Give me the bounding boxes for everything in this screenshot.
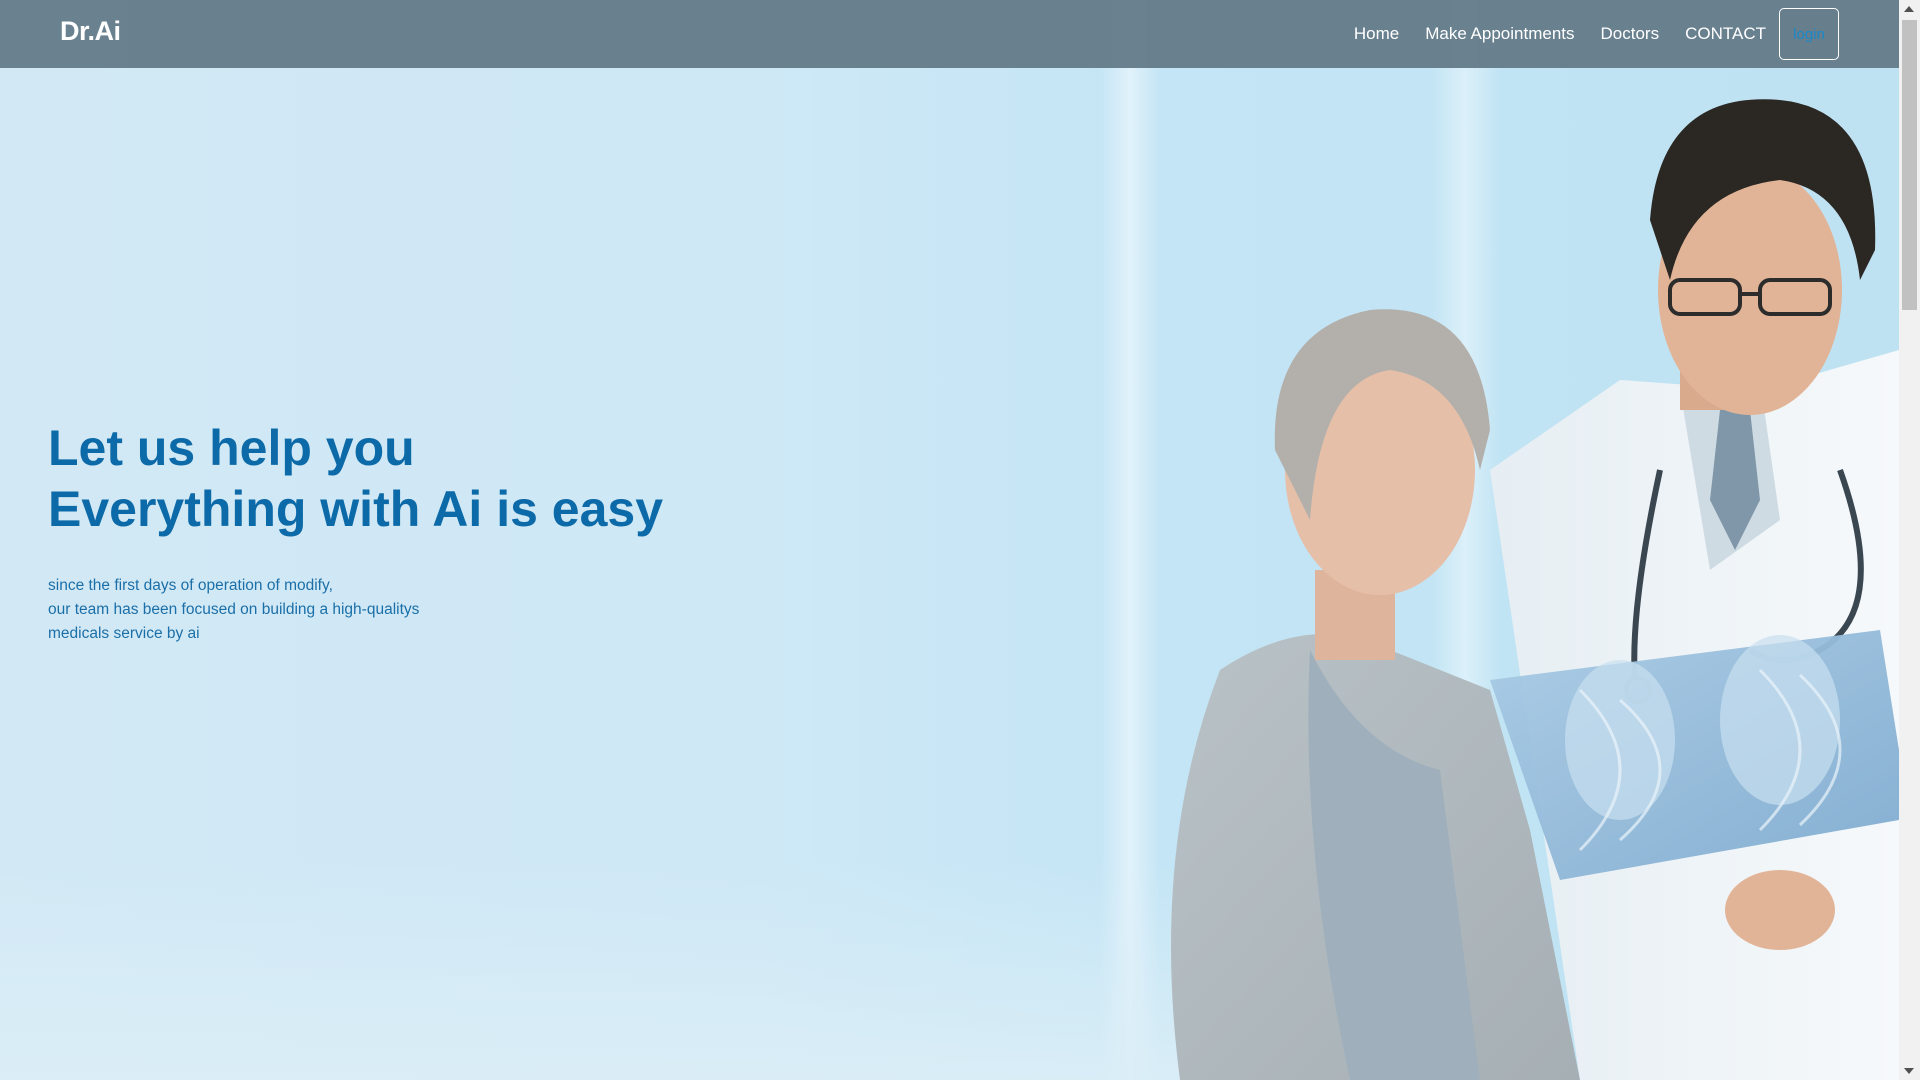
vertical-scrollbar[interactable] bbox=[1899, 0, 1920, 1080]
navbar: Dr.Ai Home Make Appointments Doctors CON… bbox=[0, 0, 1899, 68]
headline-line-1: Let us help you bbox=[48, 420, 415, 476]
login-button[interactable]: login bbox=[1779, 8, 1839, 60]
doctor-hand bbox=[1725, 870, 1835, 950]
background-floor bbox=[0, 860, 1200, 1080]
scroll-thumb[interactable] bbox=[1902, 20, 1917, 310]
brand-logo[interactable]: Dr.Ai bbox=[60, 16, 121, 47]
hero-subtext: since the first days of operation of mod… bbox=[48, 574, 663, 646]
nav-link-make-appointments[interactable]: Make Appointments bbox=[1425, 24, 1574, 44]
page: Dr.Ai Home Make Appointments Doctors CON… bbox=[0, 0, 1920, 1080]
headline-line-2: Everything with Ai is easy bbox=[48, 481, 664, 537]
nav-link-home[interactable]: Home bbox=[1354, 24, 1399, 44]
nav-links: Home Make Appointments Doctors CONTACT l… bbox=[1328, 0, 1839, 68]
nav-link-doctors[interactable]: Doctors bbox=[1601, 24, 1660, 44]
hero-headline: Let us help you Everything with Ai is ea… bbox=[48, 418, 663, 540]
subtext-line: medicals service by ai bbox=[48, 625, 200, 642]
subtext-line: our team has been focused on building a … bbox=[48, 601, 420, 618]
nav-link-contact[interactable]: CONTACT bbox=[1685, 24, 1766, 44]
scroll-down-arrow-icon[interactable] bbox=[1904, 1068, 1914, 1074]
doctor-patient-image bbox=[1171, 99, 1899, 1080]
hero-text: Let us help you Everything with Ai is ea… bbox=[48, 418, 663, 646]
scroll-up-arrow-icon[interactable] bbox=[1904, 6, 1914, 12]
subtext-line: since the first days of operation of mod… bbox=[48, 577, 333, 594]
